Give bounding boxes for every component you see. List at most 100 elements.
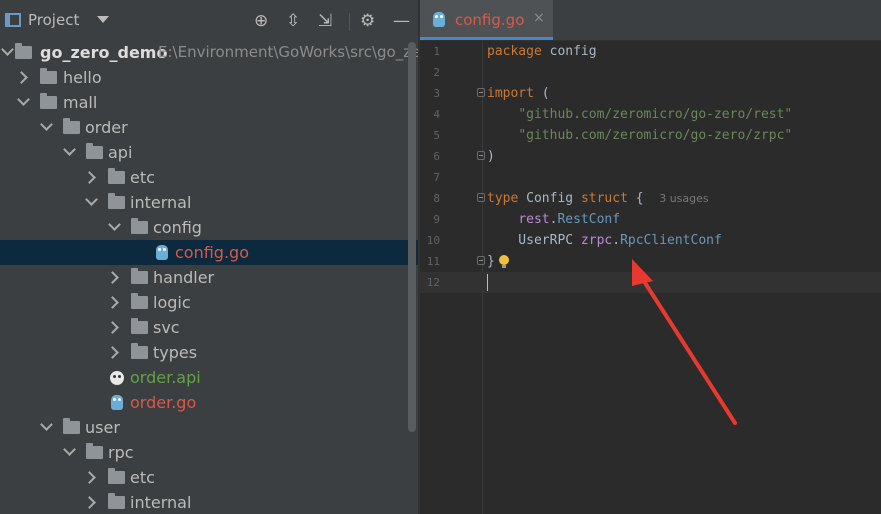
active-tab-indicator [420, 37, 553, 40]
tree-item-label: internal [130, 193, 192, 212]
tree-item[interactable]: user [0, 415, 418, 440]
chevron-down-icon[interactable] [1, 43, 14, 56]
chevron-down-icon[interactable] [40, 418, 53, 431]
chevron-down-icon[interactable] [108, 218, 121, 231]
tree-item-label: mall [63, 93, 98, 112]
tree-item[interactable]: order [0, 115, 418, 140]
folder-icon [131, 268, 148, 284]
code-line[interactable]: 3 import ( [420, 83, 881, 104]
project-view-icon [5, 13, 21, 27]
code-token: . [612, 233, 621, 248]
tree-item[interactable]: rpc [0, 440, 418, 465]
code-line[interactable]: 5 "github.com/zeromicro/go-zero/zrpc" [420, 125, 881, 146]
tree-item[interactable]: mall [0, 90, 418, 115]
chevron-down-icon[interactable] [63, 143, 76, 156]
folder-icon [40, 68, 57, 84]
code-text: UserRPC zrpc.RpcClientConf [487, 230, 722, 251]
tab-config-go[interactable]: config.go × [420, 0, 553, 40]
code-token: "github.com/zeromicro/go-zero/rest" [518, 107, 793, 122]
chevron-right-icon[interactable] [106, 296, 119, 309]
editor-tab-bar: config.go × [420, 0, 881, 41]
intention-bulb-icon[interactable] [499, 255, 509, 268]
tree-item[interactable]: hello [0, 65, 418, 90]
line-number: 5 [433, 129, 440, 142]
tree-item-label: config [153, 218, 202, 237]
tree-item-label: svc [153, 318, 180, 337]
code-token: struct [580, 191, 628, 206]
code-line[interactable]: 1 package config [420, 41, 881, 62]
line-number: 11 [426, 255, 440, 268]
chevron-down-icon[interactable] [63, 443, 76, 456]
tree-item[interactable]: etc [0, 165, 418, 190]
close-icon[interactable]: × [533, 10, 545, 26]
tree-item[interactable]: logic [0, 290, 418, 315]
chevron-right-icon[interactable] [106, 346, 119, 359]
project-title[interactable]: Project [28, 11, 79, 29]
code-line[interactable]: 6) [420, 146, 881, 167]
line-number: 3 [433, 87, 440, 100]
tree-item[interactable]: handler [0, 265, 418, 290]
code-token: type [487, 191, 519, 206]
code-token: RestConf [557, 212, 621, 227]
code-token: ) [487, 149, 495, 164]
chevron-down-icon[interactable] [97, 16, 109, 23]
tree-item[interactable]: internal [0, 190, 418, 215]
minimize-icon[interactable]: — [393, 12, 410, 30]
folder-icon [63, 418, 80, 434]
tree-root[interactable]: go_zero_demo E:\Environment\GoWorks\src\… [0, 40, 418, 65]
tree-item-label: etc [130, 468, 155, 487]
settings-icon[interactable]: ⚙ [360, 12, 375, 30]
code-line[interactable]: 9 rest.RestConf [420, 209, 881, 230]
code-line[interactable]: 7 [420, 167, 881, 188]
tree-item[interactable]: config [0, 215, 418, 240]
project-scrollbar[interactable] [408, 42, 416, 432]
tree-item-selected[interactable]: config.go [0, 240, 418, 265]
chevron-right-icon[interactable] [15, 71, 28, 84]
code-line[interactable]: 10 UserRPC zrpc.RpcClientConf [420, 230, 881, 251]
line-number: 6 [433, 150, 440, 163]
fold-marker-icon[interactable] [477, 88, 485, 97]
fold-marker-icon[interactable] [477, 151, 485, 160]
chevron-right-icon[interactable] [83, 171, 96, 184]
folder-icon [108, 468, 125, 484]
code-line[interactable]: 2 [420, 62, 881, 83]
tree-item[interactable]: order.api [0, 365, 418, 390]
tree-item[interactable]: order.go [0, 390, 418, 415]
project-panel: Project ⊕ ⇳ ⇲ ⚙ — go_zero_demo E:\Enviro… [0, 0, 418, 514]
code-text: type Config struct { 3 usages [487, 188, 709, 209]
code-line[interactable]: 4 "github.com/zeromicro/go-zero/rest" [420, 104, 881, 125]
chevron-right-icon[interactable] [83, 496, 96, 509]
tree-item[interactable]: internal [0, 490, 418, 514]
go-file-icon [156, 245, 168, 260]
code-line[interactable]: 8 type Config struct { 3 usages [420, 188, 881, 209]
code-token: config [541, 44, 597, 59]
code-token: zrpc [580, 233, 613, 248]
locate-icon[interactable]: ⊕ [254, 12, 268, 30]
tree-item-label: api [108, 143, 133, 162]
chevron-right-icon[interactable] [83, 471, 96, 484]
expand-all-icon[interactable]: ⇳ [286, 12, 300, 30]
code-token: } [487, 254, 495, 269]
usages-hint[interactable]: 3 usages [659, 192, 708, 205]
chevron-right-icon[interactable] [106, 321, 119, 334]
tree-item-label: handler [153, 268, 215, 287]
folder-icon [15, 43, 32, 59]
tree-item[interactable]: api [0, 140, 418, 165]
fold-marker-icon[interactable] [477, 193, 485, 202]
chevron-down-icon[interactable] [17, 93, 30, 106]
fold-marker-icon[interactable] [477, 256, 485, 265]
code-line[interactable]: 11} [420, 251, 881, 272]
chevron-down-icon[interactable] [85, 193, 98, 206]
tree-item[interactable]: types [0, 340, 418, 365]
collapse-all-icon[interactable]: ⇲ [318, 12, 332, 30]
chevron-right-icon[interactable] [106, 271, 119, 284]
tree-item[interactable]: svc [0, 315, 418, 340]
tree-item[interactable]: etc [0, 465, 418, 490]
line-number: 8 [433, 192, 440, 205]
chevron-down-icon[interactable] [40, 118, 53, 131]
line-number: 4 [433, 108, 440, 121]
code-line[interactable]: 12 [420, 272, 881, 293]
code-token: UserRPC [487, 233, 581, 248]
code-token: package [487, 44, 542, 59]
